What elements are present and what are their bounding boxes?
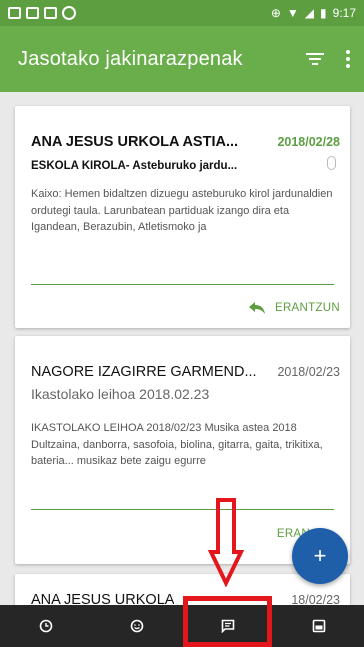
battery-icon: ▮: [320, 6, 327, 20]
message-date: 2018/02/28: [277, 135, 340, 149]
message-subject: ESKOLA KIROLA- Asteburuko jardu...: [31, 160, 238, 172]
reply-icon: [248, 302, 265, 314]
message-card[interactable]: NAGORE IZAGIRRE GARMEND... 2018/02/23 Ik…: [15, 336, 350, 564]
message-sender: ANA JESUS URKOLA ASTIA...: [31, 134, 239, 150]
app-bar: Jasotako jakinarazpenak: [0, 26, 364, 92]
annotation-arrow: [208, 498, 244, 587]
message-preview: Kaixo: Hemen bidaltzen dizuegu asteburuk…: [31, 188, 333, 233]
system-icons: ⊕ ▼ ◢ ▮ 9:17: [271, 6, 356, 20]
message-list[interactable]: ANA JESUS URKOLA ASTIA... 2018/02/28 ESK…: [0, 92, 364, 605]
status-bar: ⊕ ▼ ◢ ▮ 9:17: [0, 0, 364, 26]
message-sender: NAGORE IZAGIRRE GARMEND...: [31, 364, 257, 380]
reply-button[interactable]: ERANTZUN: [248, 302, 340, 314]
clock-icon: [39, 619, 52, 633]
divider: [31, 509, 334, 510]
message-subject: Ikastolako leihoa 2018.02.23: [31, 386, 210, 402]
attachment-icon: [327, 156, 336, 170]
image-notification-icon: [8, 7, 21, 19]
page-title: Jasotako jakinarazpenak: [18, 47, 243, 70]
plus-icon: +: [313, 543, 327, 568]
nav-item-history[interactable]: [0, 605, 91, 647]
wifi-icon: ▼: [286, 6, 299, 20]
more-options-icon[interactable]: [346, 50, 350, 68]
notification-icons: [8, 6, 76, 20]
message-preview: IKASTOLAKO LEIHOA 2018/02/23 Musika aste…: [31, 422, 323, 467]
signal-icon: ◢: [304, 6, 315, 20]
message-date: 2018/02/23: [277, 365, 340, 379]
message-card[interactable]: ANA JESUS URKOLA ASTIA... 2018/02/28 ESK…: [15, 106, 350, 328]
image-notification-icon: [44, 7, 57, 19]
calendar-icon: [312, 619, 325, 633]
image-notification-icon: [26, 7, 39, 19]
smiley-icon: [130, 619, 143, 633]
data-saver-icon: ⊕: [270, 6, 281, 20]
annotation-highlight-box: [183, 596, 272, 647]
reply-label: ERANTZUN: [274, 302, 340, 314]
bottom-nav: [0, 605, 364, 647]
nav-item-profile[interactable]: [91, 605, 182, 647]
filter-icon[interactable]: [306, 52, 324, 66]
compose-fab[interactable]: +: [292, 528, 348, 584]
nav-item-calendar[interactable]: [273, 605, 364, 647]
whatsapp-icon: [62, 6, 76, 20]
divider: [31, 284, 334, 285]
message-date: 18/02/23: [291, 593, 340, 605]
status-time: 9:17: [332, 6, 356, 20]
message-sender: ANA JESUS URKOLA: [31, 592, 175, 605]
